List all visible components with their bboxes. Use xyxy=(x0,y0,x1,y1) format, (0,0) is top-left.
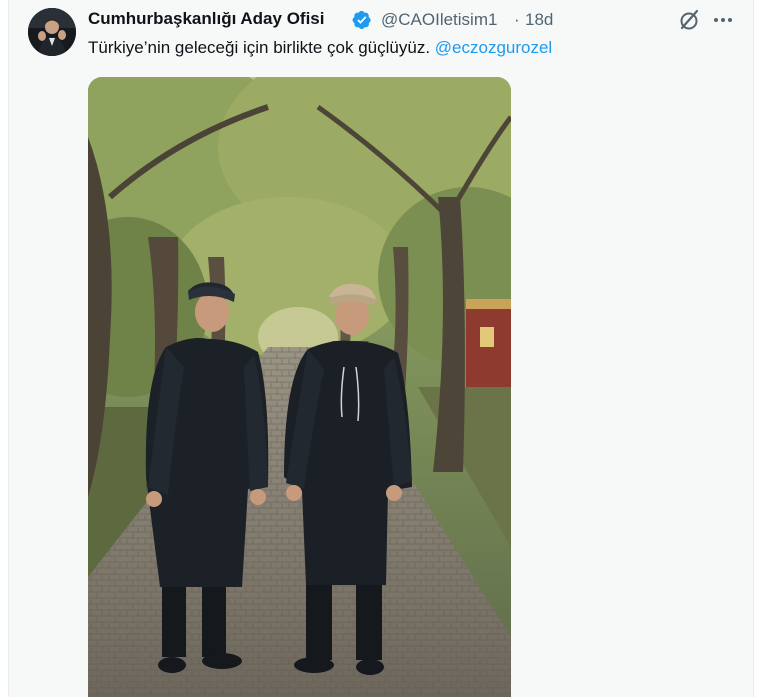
photo-illustration xyxy=(88,77,511,697)
avatar-image xyxy=(28,8,76,56)
separator-dot: · xyxy=(514,10,520,29)
tweet-body: Türkiye’nin geleceği için birlikte çok g… xyxy=(88,38,431,57)
more-dots-icon[interactable] xyxy=(710,8,736,32)
user-handle[interactable]: @CAOIletisim1 xyxy=(381,10,497,30)
tweet-photo[interactable] xyxy=(88,77,511,697)
grok-icon[interactable] xyxy=(677,8,701,32)
avatar[interactable] xyxy=(28,8,76,56)
display-name[interactable]: Cumhurbaşkanlığı Aday Ofisi xyxy=(88,9,324,29)
mention-link[interactable]: @eczozgurozel xyxy=(435,38,552,57)
timestamp[interactable]: 18d xyxy=(525,10,553,30)
tweet-text: Türkiye’nin geleceği için birlikte çok g… xyxy=(88,38,552,58)
verified-badge-icon[interactable] xyxy=(352,10,372,30)
